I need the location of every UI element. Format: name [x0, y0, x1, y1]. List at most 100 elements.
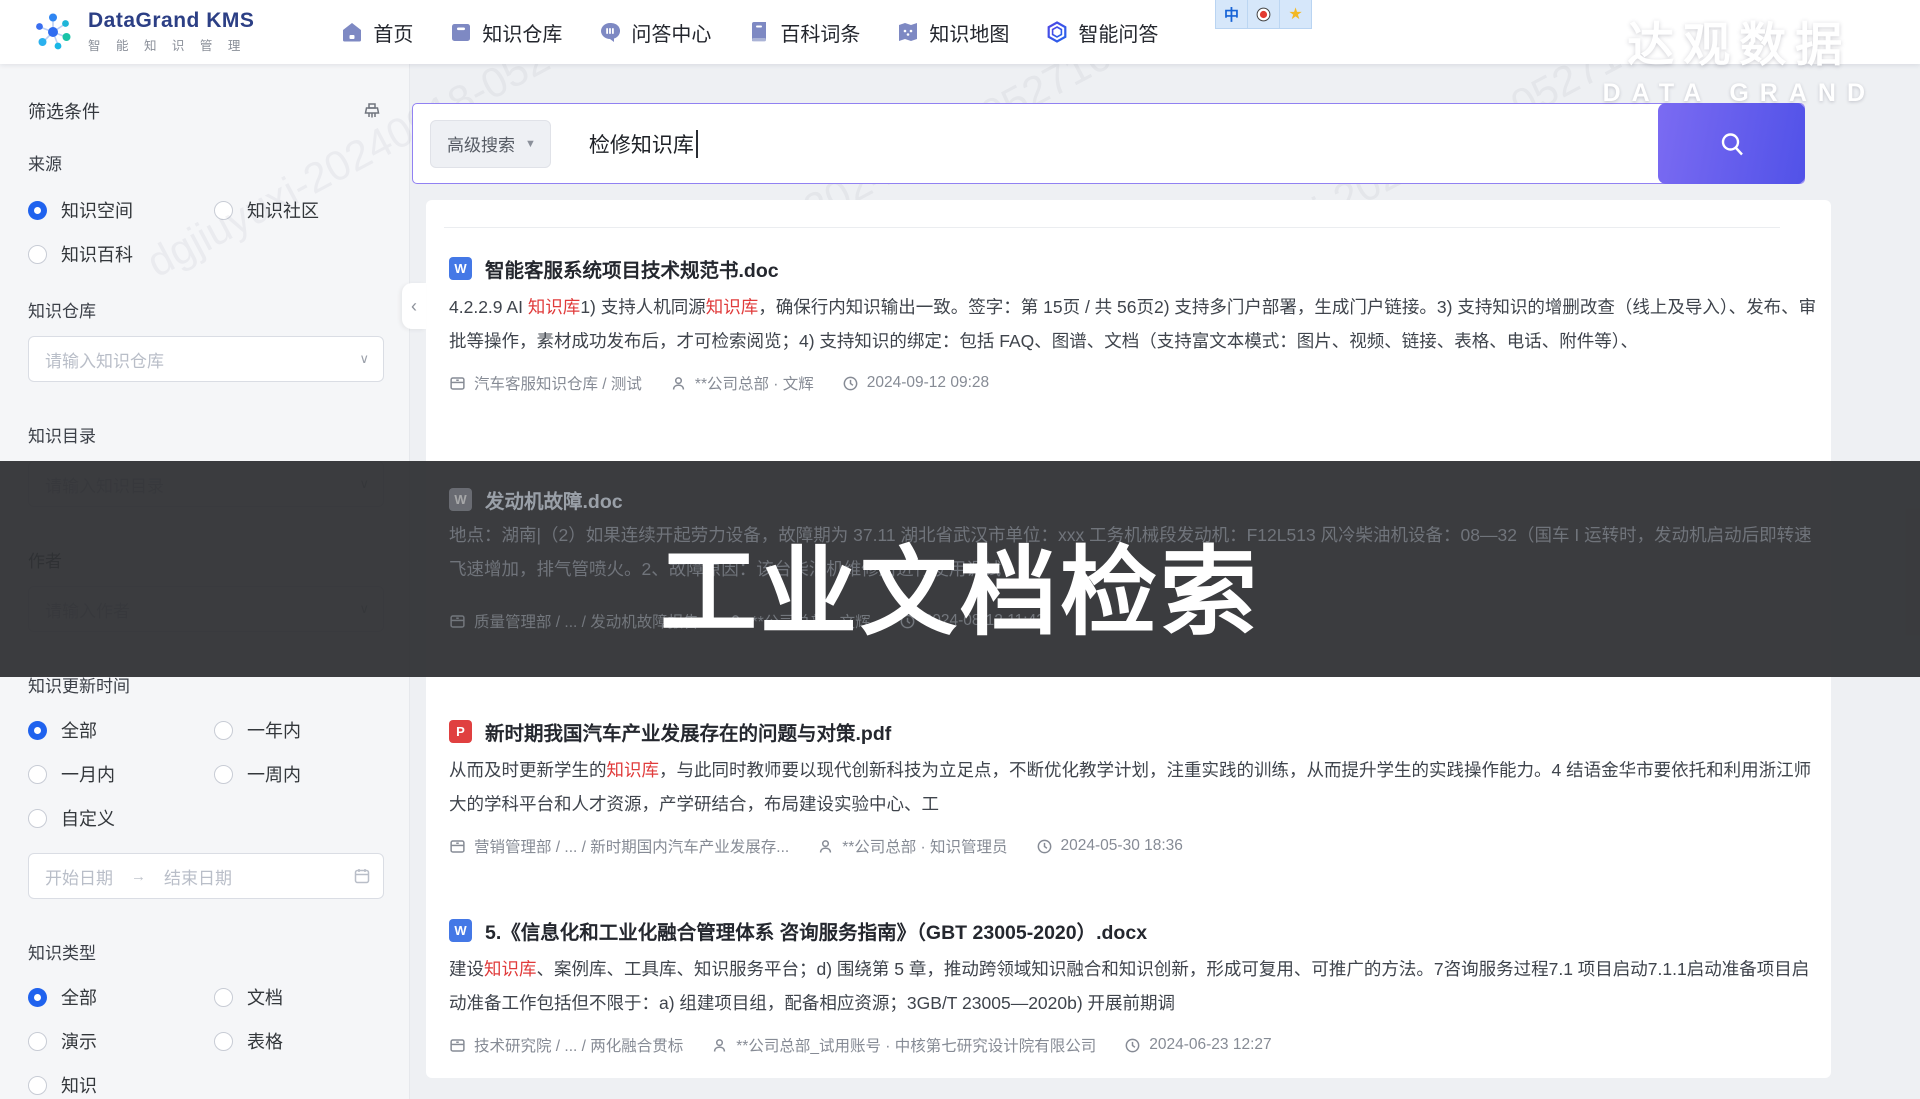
- nav-item-map[interactable]: 知识地图: [896, 18, 1009, 47]
- radio-label: 表格: [247, 1028, 283, 1054]
- top-navbar: DataGrand KMS 智 能 知 识 管 理 首页 知识仓库 问答中心 百科词条…: [0, 0, 1920, 64]
- radio-source-1[interactable]: 知识社区: [214, 197, 384, 223]
- brand-logo[interactable]: DataGrand KMS 智 能 知 识 管 理: [30, 9, 254, 55]
- result-item: W智能客服系统项目技术规范书.doc4.2.2.9 AI 知识库1) 支持人机同…: [449, 254, 1824, 394]
- result-snippet: 建设知识库、案例库、工具库、知识服务平台；d) 围绕第 5 章，推动跨领域知识融…: [449, 953, 1824, 1020]
- folder-icon: [449, 375, 466, 392]
- result-title[interactable]: 发动机故障.doc: [485, 485, 623, 514]
- repo-icon: [449, 20, 473, 44]
- radio-icon: [28, 809, 47, 828]
- radio-icon: [28, 1076, 47, 1095]
- result-item: P新时期我国汽车产业发展存在的问题与对策.pdf从而及时更新学生的知识库，与此同…: [449, 717, 1824, 857]
- nav-item-repo[interactable]: 知识仓库: [449, 18, 562, 47]
- result-title[interactable]: 智能客服系统项目技术规范书.doc: [485, 254, 779, 283]
- radio-time-1[interactable]: 一年内: [214, 717, 384, 743]
- radio-label: 全部: [61, 717, 97, 743]
- radio-time-4[interactable]: 自定义: [28, 805, 214, 831]
- type-radio-group: 全部文档演示 表格知识: [28, 984, 409, 1098]
- search-bar: 高级搜索 ▼ 检修知识库: [412, 103, 1805, 184]
- radio-time-3[interactable]: 一周内: [214, 761, 384, 787]
- radio-label: 知识空间: [61, 197, 133, 223]
- folder-icon: [449, 1037, 466, 1054]
- result-item: W 5.《信息化和工业化融合管理体系 咨询服务指南》（GBT 23005-2020…: [449, 916, 1824, 1056]
- meta-author-text: **公司总部 · 知识管理员: [842, 835, 1007, 857]
- source-radio-group: 知识空间 知识社区知识百科: [28, 197, 409, 267]
- qa-icon: [598, 20, 622, 44]
- radio-type-3[interactable]: 表格: [214, 1028, 384, 1054]
- meta-time: 2024-05-30 18:36: [1036, 837, 1183, 855]
- radio-time-2[interactable]: 一月内: [28, 761, 214, 787]
- favorite-star-icon[interactable]: ★: [1280, 0, 1311, 28]
- result-title[interactable]: 5.《信息化和工业化融合管理体系 咨询服务指南》（GBT 23005-2020）…: [485, 916, 1147, 945]
- radio-source-2[interactable]: 知识百科: [28, 241, 214, 267]
- text-cursor: [696, 130, 698, 158]
- source-label: 来源: [28, 150, 409, 175]
- nav-item-wiki[interactable]: 百科词条: [747, 18, 860, 47]
- collapse-sidebar-handle[interactable]: ‹: [402, 283, 426, 329]
- home-icon: [340, 20, 364, 44]
- advanced-search-dropdown[interactable]: 高级搜索 ▼: [430, 120, 551, 168]
- search-query-text: 检修知识库: [589, 129, 694, 159]
- result-title[interactable]: 新时期我国汽车产业发展存在的问题与对策.pdf: [485, 717, 891, 746]
- page: dgjiuyuxi-20240918-052710 dgjiuyuxi-2024…: [0, 0, 1920, 1099]
- radio-source-0[interactable]: 知识空间: [28, 197, 214, 223]
- repo-placeholder: 请输入知识仓库: [45, 347, 164, 372]
- radio-label: 知识: [61, 1072, 97, 1098]
- advanced-search-label: 高级搜索: [447, 131, 515, 156]
- radio-label: 一年内: [247, 717, 301, 743]
- nav-item-label: 问答中心: [631, 18, 711, 47]
- result-meta: 汽车客服知识仓库 / 测试**公司总部 · 文辉2024-09-12 09:28: [449, 372, 1824, 394]
- folder-icon: [449, 613, 466, 630]
- nav-item-label: 知识仓库: [482, 18, 562, 47]
- clear-filter-icon[interactable]: [361, 100, 383, 122]
- radio-icon: [214, 721, 233, 740]
- radio-icon: [214, 201, 233, 220]
- record-icon[interactable]: [1248, 0, 1280, 28]
- highlighted-keyword: 知识库: [607, 760, 660, 780]
- datagrand-logo-icon: [30, 9, 76, 55]
- brand-subtitle: 智 能 知 识 管 理: [88, 35, 254, 54]
- radio-icon: [214, 1032, 233, 1051]
- result-meta: 营销管理部 / ... / 新时期国内汽车产业发展存... **公司总部 · 知识…: [449, 835, 1824, 857]
- translate-button[interactable]: 中: [1216, 0, 1248, 28]
- meta-time: 2024-09-12 09:28: [842, 374, 989, 392]
- radio-selected-icon: [28, 988, 47, 1007]
- radio-icon: [28, 765, 47, 784]
- end-date-placeholder: 结束日期: [164, 864, 232, 889]
- meta-time-text: 2024-05-30 18:36: [1061, 837, 1183, 855]
- meta-path-text: 汽车客服知识仓库 / 测试: [474, 372, 642, 394]
- arrow-right-icon: →: [131, 868, 146, 885]
- search-button[interactable]: [1658, 103, 1805, 184]
- nav-item-home[interactable]: 首页: [340, 18, 413, 47]
- update-time-radio-group: 全部 一年内一月内 一周内自定义: [28, 717, 409, 831]
- radio-type-0[interactable]: 全部: [28, 984, 214, 1010]
- book-icon: [747, 20, 771, 44]
- nav-item-qa[interactable]: 问答中心: [598, 18, 711, 47]
- result-meta: 技术研究院 / ... / 两化融合贯标**公司总部_试用账号 · 中核第七研究…: [449, 1034, 1824, 1056]
- word-file-icon: W: [449, 919, 472, 942]
- meta-time-text: 2024-06-23 12:27: [1149, 1036, 1271, 1054]
- radio-selected-icon: [28, 721, 47, 740]
- search-input[interactable]: 检修知识库: [589, 129, 698, 159]
- radio-label: 自定义: [61, 805, 115, 831]
- person-icon: [817, 838, 834, 855]
- caret-down-icon: ▼: [525, 138, 536, 150]
- overlay-title: 工业文档检索: [660, 513, 1260, 654]
- radio-type-4[interactable]: 知识: [28, 1072, 214, 1098]
- radio-type-2[interactable]: 演示: [28, 1028, 214, 1054]
- radio-time-0[interactable]: 全部: [28, 717, 214, 743]
- clock-icon: [842, 375, 859, 392]
- nav-item-smart-qa[interactable]: 智能问答: [1045, 18, 1158, 47]
- mini-toolbar: 中 ★: [1215, 0, 1312, 29]
- calendar-icon: [353, 867, 371, 885]
- radio-label: 一月内: [61, 761, 115, 787]
- pdf-file-icon: P: [449, 720, 472, 743]
- radio-type-1[interactable]: 文档: [214, 984, 384, 1010]
- radio-label: 演示: [61, 1028, 97, 1054]
- content-stage: 筛选条件 来源 知识空间知识社区知识百科 知识仓库 请输入知识仓库 ∨ 知识目录…: [0, 64, 1920, 1099]
- meta-path: 营销管理部 / ... / 新时期国内汽车产业发展存...: [449, 835, 789, 857]
- repo-select[interactable]: 请输入知识仓库 ∨: [28, 336, 384, 382]
- nav-item-label: 智能问答: [1078, 18, 1158, 47]
- date-range-picker[interactable]: 开始日期 → 结束日期: [28, 853, 384, 899]
- filter-title: 筛选条件: [28, 98, 100, 124]
